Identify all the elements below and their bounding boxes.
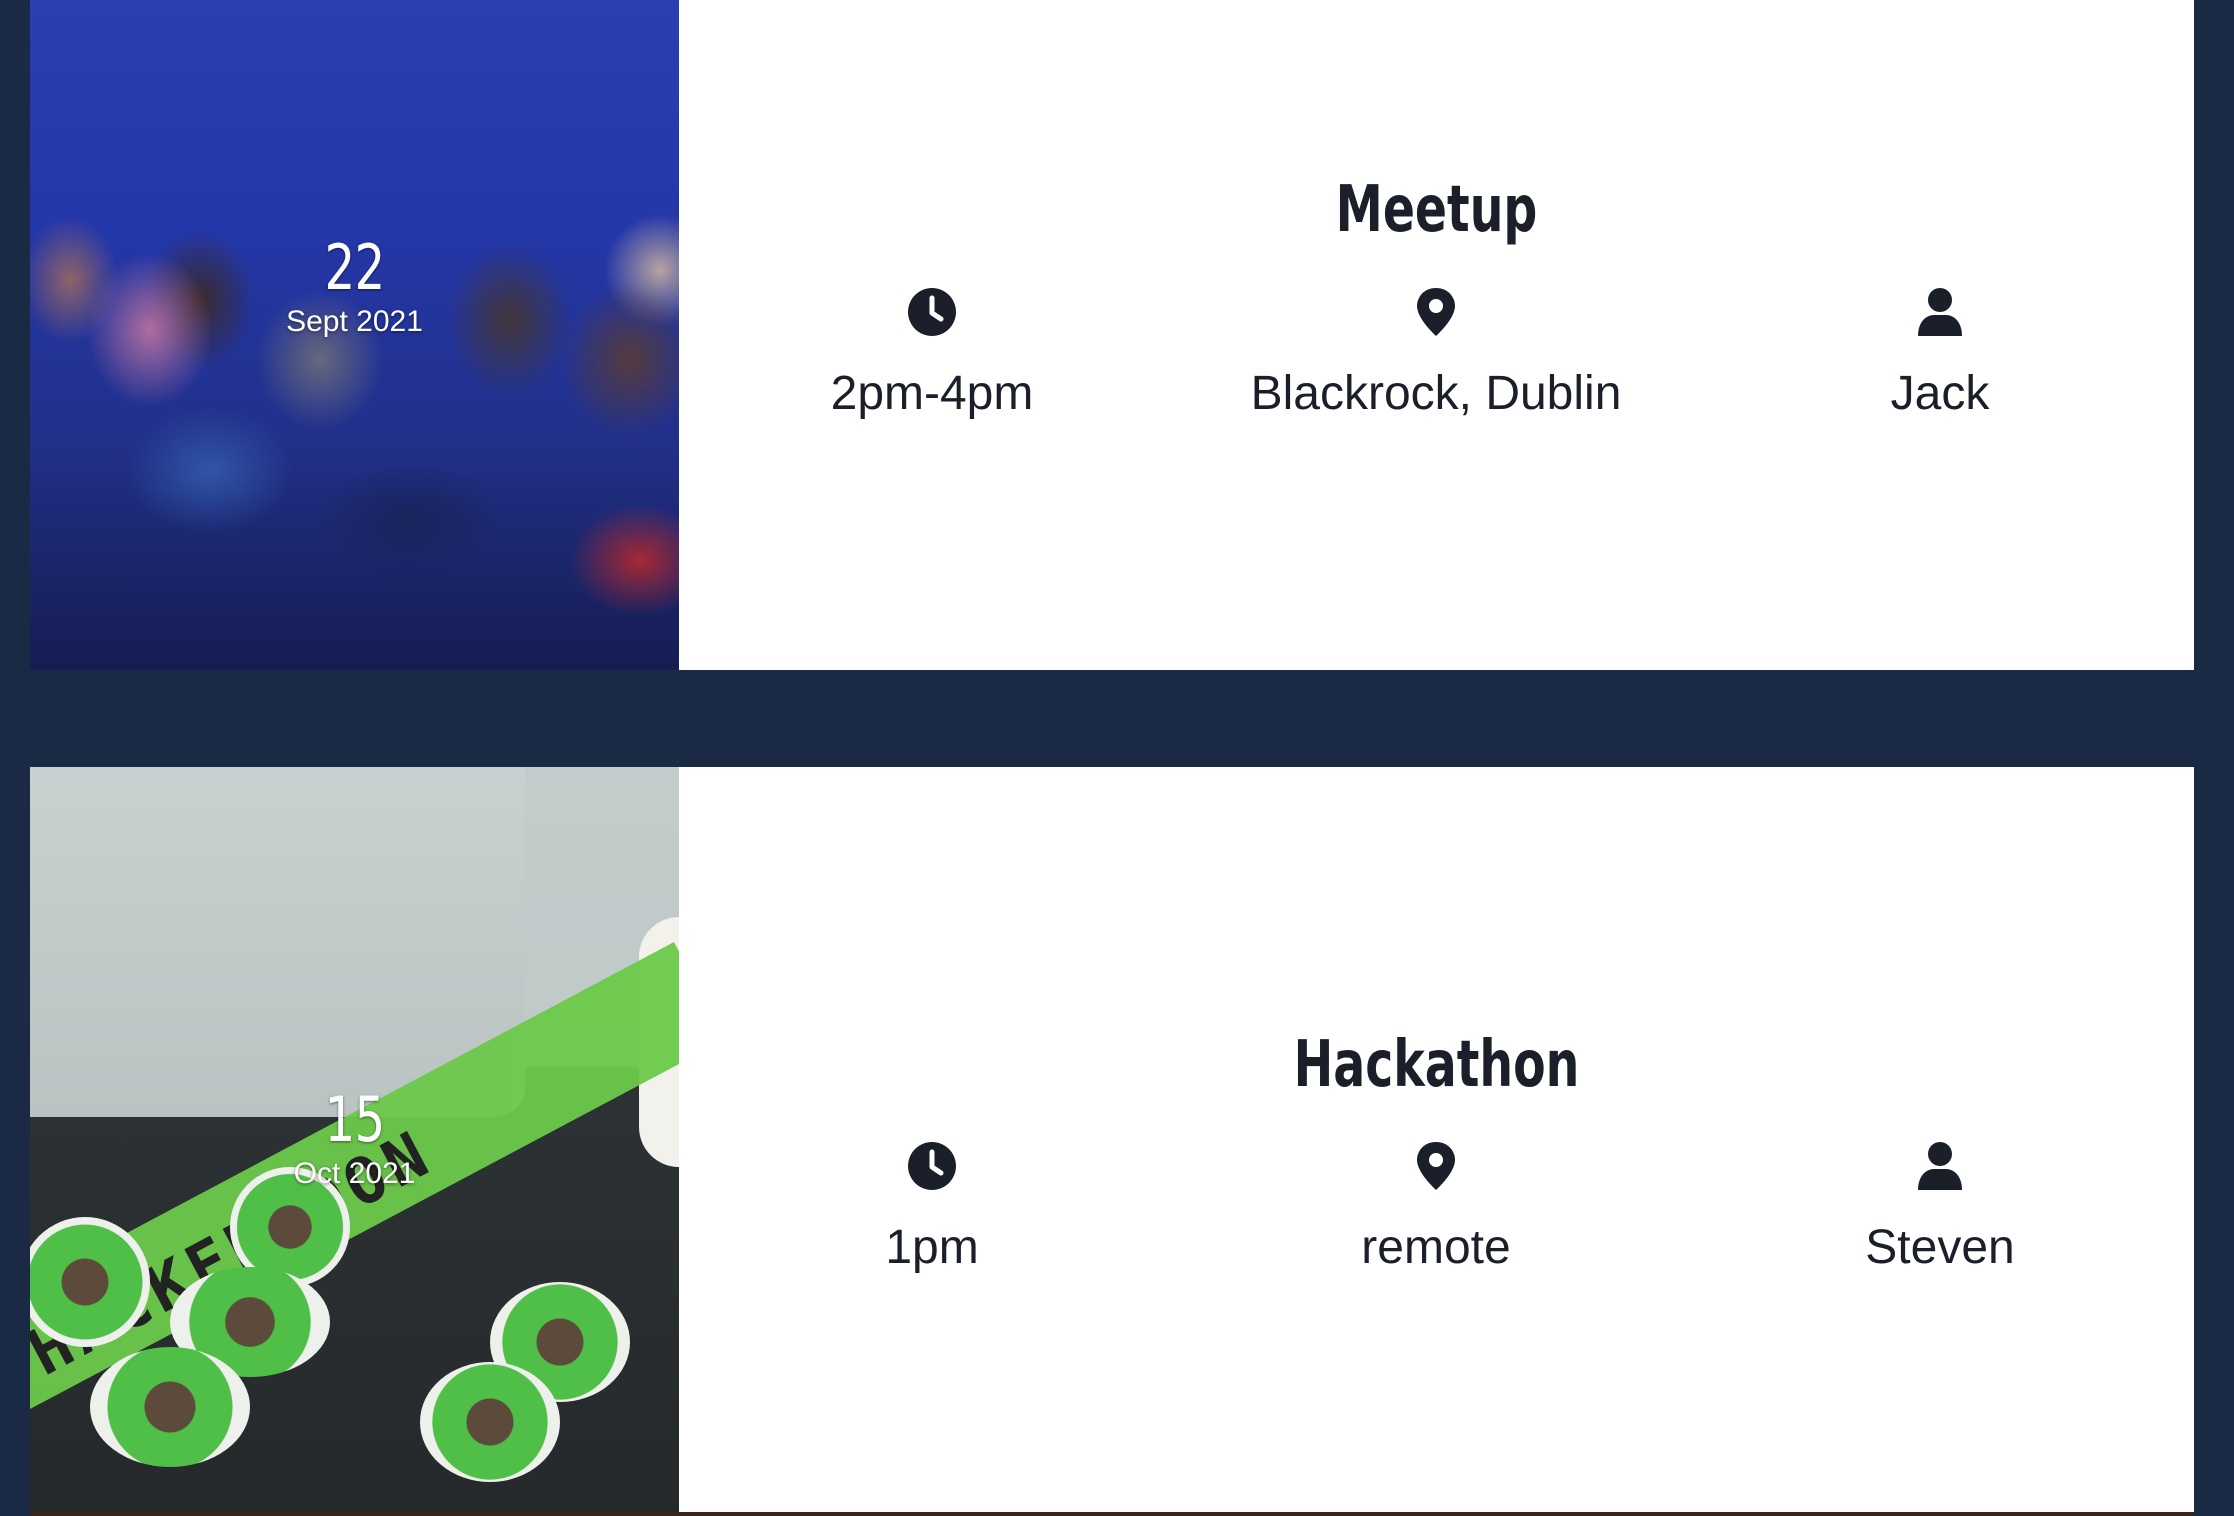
event-month-year: Sept 2021	[286, 305, 423, 338]
event-time: 2pm-4pm	[682, 280, 1182, 422]
event-location-text: Blackrock, Dublin	[1250, 367, 1622, 420]
event-day: 15	[324, 1083, 386, 1156]
event-host-text: Steven	[1865, 1221, 2015, 1274]
event-details: Hackathon 1pm remote Steven	[679, 767, 2194, 1516]
clock-icon	[908, 1142, 956, 1190]
event-info-row: 2pm-4pm Blackrock, Dublin Jack	[679, 280, 2194, 430]
user-icon	[1918, 1142, 1962, 1190]
event-location-text: remote	[1361, 1221, 1511, 1274]
map-pin-icon	[1417, 288, 1455, 336]
event-time-text: 1pm	[885, 1221, 979, 1274]
event-location: remote	[1186, 1134, 1686, 1276]
event-host: Jack	[1690, 280, 2190, 422]
event-image-stickers: HACKERNOON 15 Oct 2021	[30, 767, 679, 1516]
event-details: Meetup 2pm-4pm Blackrock, Dublin Jack	[679, 0, 2194, 670]
event-time-text: 2pm-4pm	[830, 367, 1034, 420]
event-card-meetup[interactable]: 22 Sept 2021 Meetup 2pm-4pm Blackrock, D…	[30, 0, 2194, 670]
sticker	[420, 1362, 560, 1482]
user-icon	[1918, 288, 1962, 336]
event-time: 1pm	[682, 1134, 1182, 1276]
event-image-audience: 22 Sept 2021	[30, 0, 679, 670]
event-host: Steven	[1690, 1134, 2190, 1276]
bottom-divider	[30, 1512, 2194, 1516]
event-month-year: Oct 2021	[293, 1157, 416, 1190]
event-list: 22 Sept 2021 Meetup 2pm-4pm Blackrock, D…	[0, 0, 2234, 1516]
event-title: Meetup	[1335, 173, 1538, 247]
event-info-row: 1pm remote Steven	[679, 1134, 2194, 1284]
map-pin-icon	[1417, 1142, 1455, 1190]
event-date: 15 Oct 2021	[30, 1084, 679, 1192]
event-day: 22	[324, 231, 386, 304]
event-date: 22 Sept 2021	[30, 232, 679, 340]
event-card-hackathon[interactable]: HACKERNOON 15 Oct 2021 Hackathon	[30, 767, 2194, 1516]
event-location: Blackrock, Dublin	[1186, 280, 1686, 422]
clock-icon	[908, 288, 956, 336]
sticker	[90, 1347, 250, 1467]
event-title: Hackathon	[1293, 1028, 1580, 1102]
event-host-text: Jack	[1890, 367, 1990, 420]
